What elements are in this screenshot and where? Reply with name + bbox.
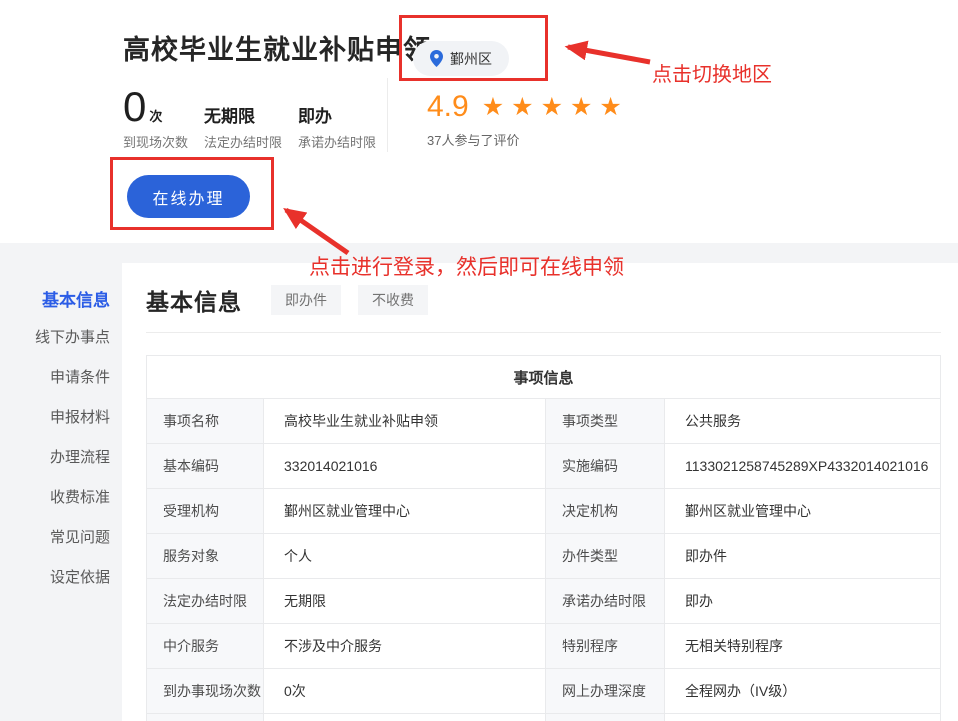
sidebar-item-link[interactable]: 收费标准 [0, 486, 110, 526]
sidebar-item-active[interactable]: 基本信息 [0, 286, 110, 326]
star-icon: ★ [570, 93, 599, 121]
region-label: 鄞州区 [450, 49, 492, 69]
rating-score: 4.9 [427, 90, 469, 124]
sidebar-nav: 基本信息线下办事点申请条件申报材料办理流程收费标准常见问题设定依据 [0, 243, 122, 606]
sidebar-item-link[interactable]: 办理流程 [0, 446, 110, 486]
table-label-cell: 到办事现场次数 [147, 669, 264, 714]
service-stats: 0次到现场次数无期限法定办结时限即办承诺办结时限 [123, 88, 376, 151]
table-row-partial [147, 714, 941, 721]
table-label-cell: 网上办理深度 [546, 669, 665, 714]
stat-label: 法定办结时限 [204, 132, 282, 151]
table-label-cell: 中介服务 [147, 624, 264, 669]
table-label-cell: 决定机构 [546, 489, 665, 534]
table-value-cell: 个人 [264, 534, 546, 579]
table-row: 基本编码332014021016实施编码1133021258745289XP43… [147, 444, 941, 489]
table-row: 事项名称高校毕业生就业补贴申领事项类型公共服务 [147, 399, 941, 444]
service-tag: 不收费 [358, 285, 428, 315]
table-value-cell: 无相关特别程序 [665, 624, 941, 669]
vertical-divider [387, 78, 388, 152]
table-row: 法定办结时限无期限承诺办结时限即办 [147, 579, 941, 624]
table-cell [546, 714, 665, 721]
table-value-cell: 不涉及中介服务 [264, 624, 546, 669]
table-value-cell: 即办 [665, 579, 941, 624]
star-icon: ★ [511, 93, 540, 121]
table-label-cell: 特别程序 [546, 624, 665, 669]
table-label-cell: 基本编码 [147, 444, 264, 489]
table-row: 服务对象个人办件类型即办件 [147, 534, 941, 579]
sidebar-item-link[interactable]: 线下办事点 [0, 326, 110, 366]
table-value-cell: 鄞州区就业管理中心 [264, 489, 546, 534]
stat-unit: 次 [149, 106, 162, 125]
table-value-cell: 公共服务 [665, 399, 941, 444]
table-value-cell: 332014021016 [264, 444, 546, 489]
service-tags: 即办件不收费 [271, 285, 428, 315]
sidebar-item-link[interactable]: 申请条件 [0, 366, 110, 406]
table-cell [264, 714, 546, 721]
table-cell [665, 714, 941, 721]
table-label-cell: 实施编码 [546, 444, 665, 489]
sidebar-item-link[interactable]: 申报材料 [0, 406, 110, 446]
star-icon: ★ [541, 93, 570, 121]
table-label-cell: 承诺办结时限 [546, 579, 665, 624]
table-value-cell: 全程网办（IV级） [665, 669, 941, 714]
stat-item: 即办承诺办结时限 [298, 102, 376, 151]
stat-label: 承诺办结时限 [298, 132, 376, 151]
content-area: 基本信息线下办事点申请条件申报材料办理流程收费标准常见问题设定依据 基本信息 即… [0, 243, 958, 721]
rating-block: 4.9 ★★★★★ 37人参与了评价 [427, 90, 629, 149]
table-title: 事项信息 [147, 356, 941, 399]
item-info-table: 事项信息 事项名称高校毕业生就业补贴申领事项类型公共服务基本编码33201402… [146, 355, 941, 721]
table-value-cell: 即办件 [665, 534, 941, 579]
table-value-cell: 鄞州区就业管理中心 [665, 489, 941, 534]
table-value-cell: 1133021258745289XP4332014021016 [665, 444, 941, 489]
table-label-cell: 受理机构 [147, 489, 264, 534]
service-header: 高校毕业生就业补贴申领 鄞州区 0次到现场次数无期限法定办结时限即办承诺办结时限… [0, 0, 958, 243]
stat-item: 0次到现场次数 [123, 88, 188, 151]
region-selector[interactable]: 鄞州区 [413, 41, 509, 76]
stat-value-row: 无期限 [204, 102, 282, 127]
table-label-cell: 事项类型 [546, 399, 665, 444]
rating-count: 37人参与了评价 [427, 130, 629, 149]
table-label-cell: 办件类型 [546, 534, 665, 579]
table-value-cell: 无期限 [264, 579, 546, 624]
section-title: 基本信息 [146, 283, 242, 317]
online-apply-button[interactable]: 在线办理 [127, 175, 250, 218]
location-pin-icon [430, 50, 443, 67]
sidebar-item-link[interactable]: 常见问题 [0, 526, 110, 566]
table-value-cell: 高校毕业生就业补贴申领 [264, 399, 546, 444]
table-label-cell: 事项名称 [147, 399, 264, 444]
stat-value-row: 即办 [298, 102, 376, 127]
stat-value-row: 0次 [123, 88, 188, 127]
stat-value: 0 [123, 88, 146, 127]
sidebar-item-link[interactable]: 设定依据 [0, 566, 110, 606]
star-icon: ★ [599, 93, 628, 121]
stat-value: 无期限 [204, 102, 255, 127]
stat-item: 无期限法定办结时限 [204, 102, 282, 151]
table-row: 中介服务不涉及中介服务特别程序无相关特别程序 [147, 624, 941, 669]
table-row: 到办事现场次数0次网上办理深度全程网办（IV级） [147, 669, 941, 714]
table-cell [147, 714, 264, 721]
table-value-cell: 0次 [264, 669, 546, 714]
table-row: 受理机构鄞州区就业管理中心决定机构鄞州区就业管理中心 [147, 489, 941, 534]
table-label-cell: 服务对象 [147, 534, 264, 579]
basic-info-panel: 基本信息 即办件不收费 事项信息 事项名称高校毕业生就业补贴申领事项类型公共服务… [122, 263, 958, 721]
section-divider [146, 332, 941, 333]
stat-value: 即办 [298, 102, 332, 127]
service-tag: 即办件 [271, 285, 341, 315]
table-label-cell: 法定办结时限 [147, 579, 264, 624]
star-rating: ★★★★★ [482, 95, 629, 120]
stat-label: 到现场次数 [123, 132, 188, 151]
star-icon: ★ [482, 93, 511, 121]
page-title: 高校毕业生就业补贴申领 [123, 28, 431, 67]
